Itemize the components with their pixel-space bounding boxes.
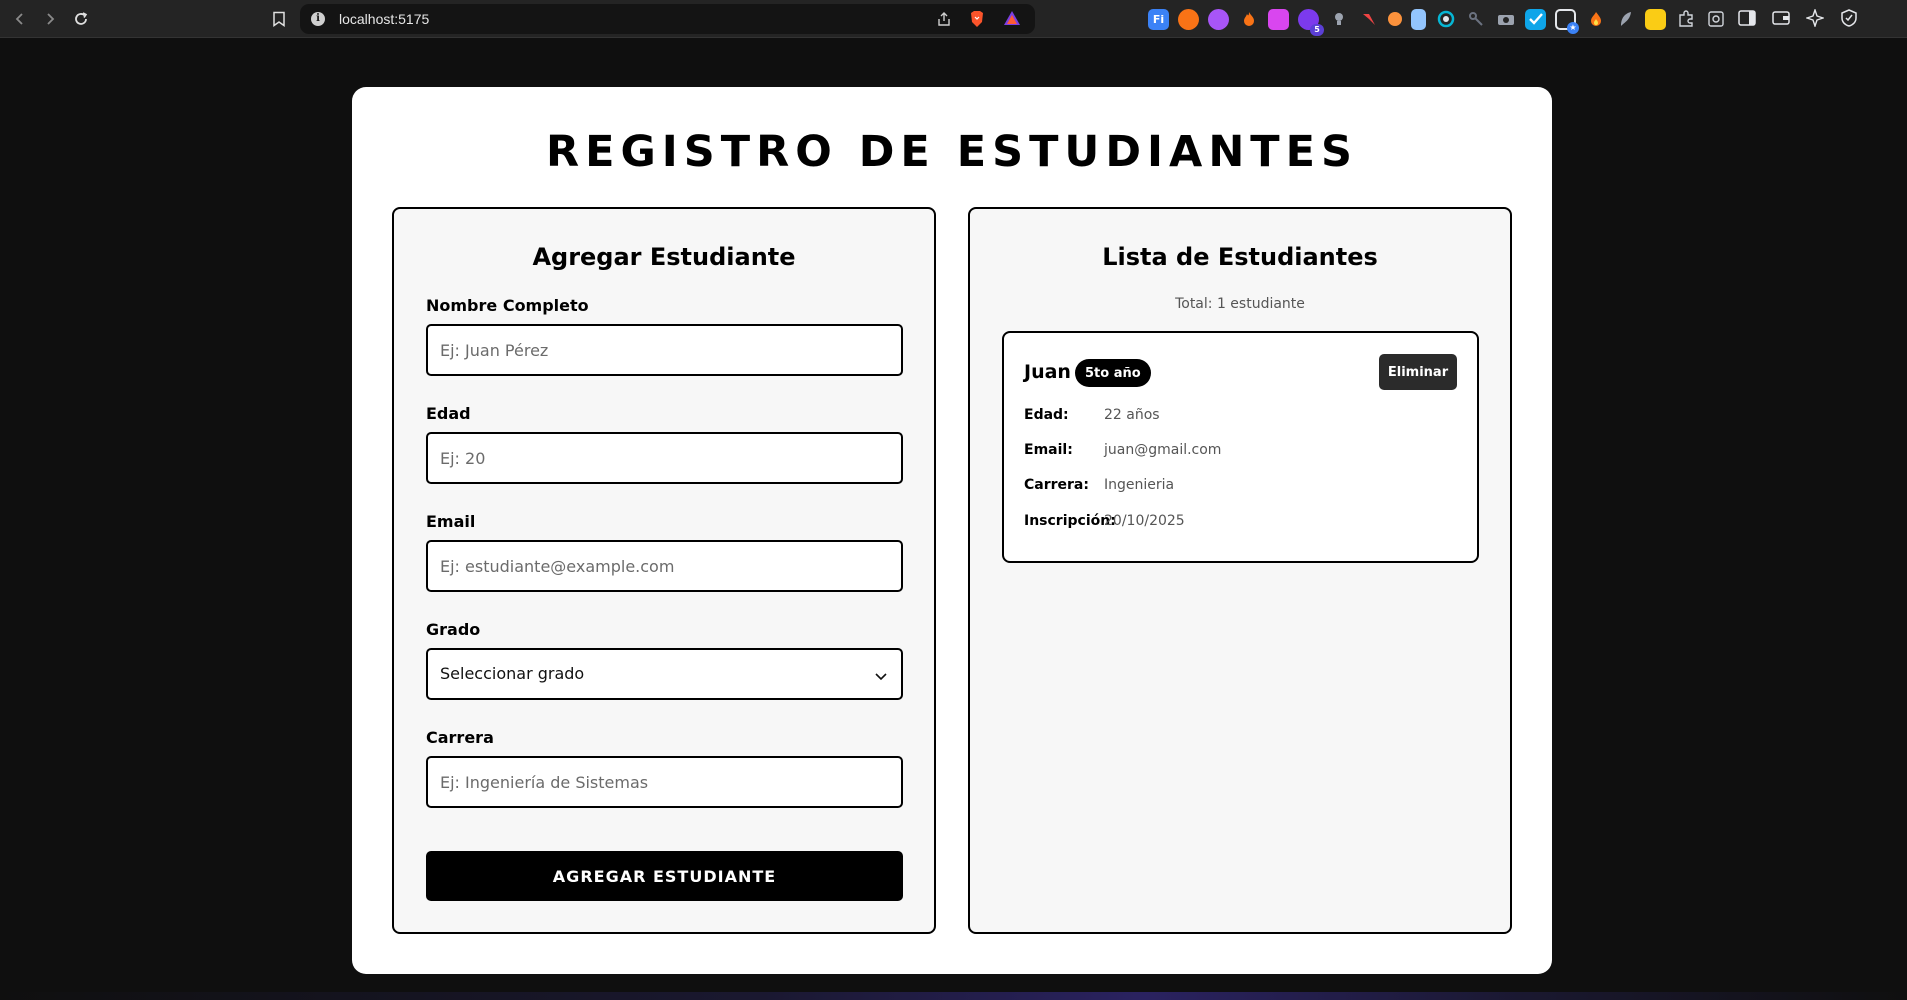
bookmark-button[interactable] [266, 6, 292, 32]
delete-student-button[interactable]: Eliminar [1379, 354, 1457, 390]
extension-purple-puzzle-icon[interactable]: 5 [1298, 8, 1324, 36]
extension-flame-icon[interactable] [1238, 9, 1259, 30]
email-input[interactable] [426, 540, 903, 592]
reload-button[interactable] [68, 6, 94, 32]
chevron-right-icon [47, 13, 55, 25]
bookmark-icon [273, 11, 285, 27]
extension-red-tool-icon[interactable] [1358, 9, 1379, 30]
student-card: Juan 5to año Eliminar Edad: 22 años Emai… [1002, 331, 1479, 563]
student-list-panel: Lista de Estudiantes Total: 1 estudiante… [968, 207, 1512, 934]
extension-window-badge: ★ [1567, 21, 1579, 34]
chevron-left-icon [15, 13, 23, 25]
browser-right-controls [1736, 7, 1860, 29]
url-text[interactable]: localhost:5175 [339, 11, 429, 27]
page-title: REGISTRO DE ESTUDIANTES [546, 127, 1358, 177]
extension-yellow-lock-icon[interactable] [1645, 8, 1666, 30]
extension-refresh-circle-icon[interactable] [1435, 9, 1456, 30]
reload-icon [75, 12, 88, 25]
extension-check-icon[interactable] [1525, 8, 1546, 30]
extension-fire-icon[interactable] [1585, 9, 1606, 30]
chevron-down-icon [875, 668, 887, 686]
extension-orange-dot-icon[interactable] [1388, 12, 1402, 26]
extensions-bar: Fi 5 ★ [1148, 7, 1726, 36]
grade-select[interactable]: Seleccionar grado [426, 648, 903, 700]
grade-select-value: Seleccionar grado [440, 664, 585, 683]
email-label: Email [426, 512, 476, 531]
forward-button[interactable] [37, 6, 63, 32]
back-button[interactable] [7, 6, 33, 32]
form-title: Agregar Estudiante [532, 243, 796, 271]
grade-label: Grado [426, 620, 481, 639]
sidebar-toggle-icon[interactable] [1736, 7, 1758, 29]
list-title: Lista de Estudiantes [1102, 243, 1378, 271]
brave-rewards-icon[interactable] [1003, 10, 1021, 31]
extension-orange-circle-icon[interactable] [1178, 8, 1199, 30]
age-label: Edad [426, 404, 471, 423]
extension-badge: 5 [1310, 23, 1324, 36]
add-student-panel: Agregar Estudiante Nombre Completo Edad … [392, 207, 936, 934]
taskbar-glow [0, 992, 1907, 1000]
enrolled-value: 20/10/2025 [1104, 513, 1185, 529]
age-value: 22 años [1104, 407, 1160, 423]
browser-toolbar: i localhost:5175 Fi 5 ★ [0, 0, 1907, 38]
address-bar[interactable]: i localhost:5175 [300, 4, 1035, 34]
extension-window-icon[interactable]: ★ [1555, 8, 1579, 34]
age-input[interactable] [426, 432, 903, 484]
age-key: Edad: [1024, 407, 1069, 423]
extension-purple-hex-icon[interactable] [1208, 8, 1229, 30]
extension-camera-icon[interactable] [1495, 9, 1516, 30]
extension-key-icon[interactable] [1465, 9, 1486, 30]
name-label: Nombre Completo [426, 296, 589, 315]
extension-f-letter-icon[interactable]: Fi [1148, 8, 1169, 30]
extensions-puzzle-icon[interactable] [1675, 9, 1696, 30]
extension-pink-square-icon[interactable] [1268, 8, 1289, 30]
extension-search-page-icon[interactable] [1705, 9, 1726, 30]
share-icon[interactable] [936, 11, 952, 32]
extension-file-icon[interactable] [1411, 8, 1426, 30]
student-total: Total: 1 estudiante [1175, 296, 1305, 312]
email-value: juan@gmail.com [1104, 442, 1222, 458]
wallet-icon[interactable] [1770, 7, 1792, 29]
site-info-icon[interactable]: i [311, 12, 325, 26]
extension-feather-icon[interactable] [1615, 9, 1636, 30]
career-input[interactable] [426, 756, 903, 808]
career-label: Carrera [426, 728, 494, 747]
email-key: Email: [1024, 442, 1073, 458]
extension-bulb-icon[interactable] [1328, 9, 1349, 30]
add-student-button[interactable]: AGREGAR ESTUDIANTE [426, 851, 903, 901]
brave-shields-icon[interactable] [969, 10, 985, 33]
enrolled-key: Inscripción: [1024, 513, 1116, 529]
vpn-shield-icon[interactable] [1838, 7, 1860, 29]
grade-badge: 5to año [1075, 359, 1151, 387]
career-key: Carrera: [1024, 477, 1089, 493]
leo-ai-icon[interactable] [1804, 7, 1826, 29]
name-input[interactable] [426, 324, 903, 376]
student-name: Juan [1024, 361, 1071, 383]
career-value: Ingenieria [1104, 477, 1175, 493]
app-container: REGISTRO DE ESTUDIANTES Agregar Estudian… [352, 87, 1552, 974]
